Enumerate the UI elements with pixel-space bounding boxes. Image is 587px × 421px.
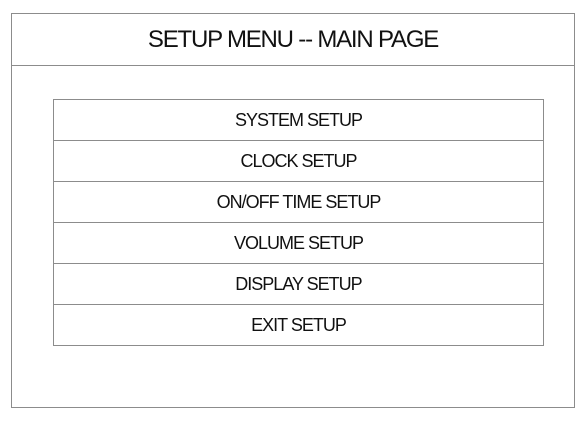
menu-item-label: SYSTEM SETUP bbox=[234, 109, 363, 130]
menu-item-label: EXIT SETUP bbox=[251, 314, 347, 335]
menu-item-on-off-time-setup[interactable]: ON/OFF TIME SETUP bbox=[54, 182, 543, 223]
setup-menu-list: SYSTEM SETUP CLOCK SETUP ON/OFF TIME SET… bbox=[53, 99, 544, 346]
menu-item-label: ON/OFF TIME SETUP bbox=[216, 191, 382, 212]
title-bar: SETUP MENU -- MAIN PAGE bbox=[12, 14, 574, 66]
setup-menu-screen: SETUP MENU -- MAIN PAGE SYSTEM SETUP CLO… bbox=[11, 13, 575, 408]
menu-item-exit-setup[interactable]: EXIT SETUP bbox=[54, 305, 543, 345]
menu-item-clock-setup[interactable]: CLOCK SETUP bbox=[54, 141, 543, 182]
menu-item-label: CLOCK SETUP bbox=[240, 150, 357, 171]
page-title: SETUP MENU -- MAIN PAGE bbox=[147, 25, 439, 53]
menu-item-label: VOLUME SETUP bbox=[233, 232, 364, 253]
menu-item-display-setup[interactable]: DISPLAY SETUP bbox=[54, 264, 543, 305]
menu-item-label: DISPLAY SETUP bbox=[235, 273, 362, 294]
menu-item-system-setup[interactable]: SYSTEM SETUP bbox=[54, 100, 543, 141]
menu-item-volume-setup[interactable]: VOLUME SETUP bbox=[54, 223, 543, 264]
